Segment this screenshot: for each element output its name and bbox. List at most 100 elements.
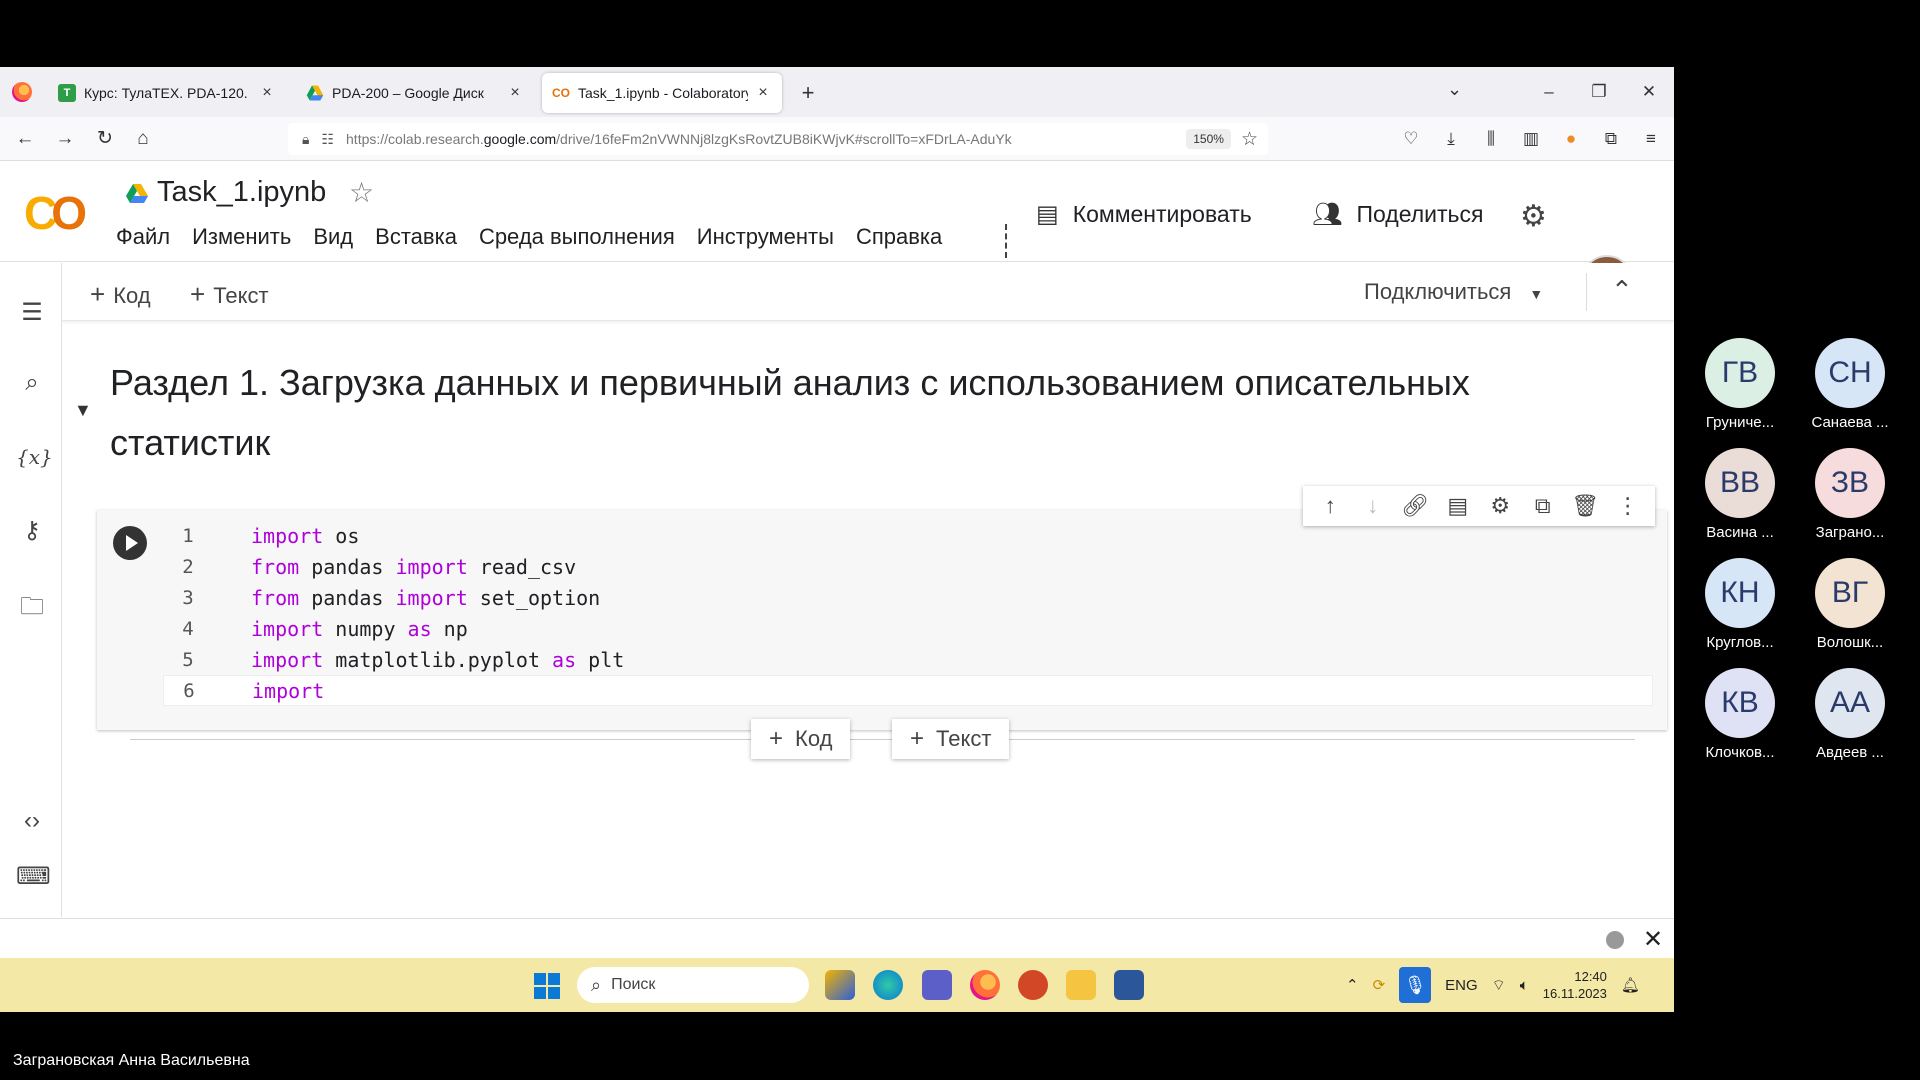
- participant-tile[interactable]: ЗВ Заграно...: [1795, 448, 1905, 541]
- menu-tools[interactable]: Инструменты: [697, 224, 834, 250]
- powerpoint-icon[interactable]: [1018, 970, 1048, 1000]
- variables-icon[interactable]: {x}: [16, 441, 53, 473]
- teams-icon[interactable]: [922, 970, 952, 1000]
- power-automate-icon[interactable]: [825, 970, 855, 1000]
- pocket-icon[interactable]: ♡: [1398, 126, 1424, 152]
- participant-tile[interactable]: СН Санаева ...: [1795, 338, 1905, 431]
- move-down-icon[interactable]: ↓: [1357, 493, 1389, 519]
- tab-course[interactable]: T Курс: ТулаТЕХ. PDA-120. Прогр ×: [48, 73, 286, 113]
- participant-tile[interactable]: КВ Клочков...: [1685, 668, 1795, 761]
- chevron-up-icon[interactable]: ⌃: [1346, 976, 1359, 994]
- run-cell-button[interactable]: [113, 526, 147, 560]
- lock-icon[interactable]: 🔒︎: [302, 131, 309, 148]
- file-explorer-icon[interactable]: [1066, 970, 1096, 1000]
- terminal-icon[interactable]: ⌨: [16, 861, 51, 893]
- participant-tile[interactable]: ВГ Волошк...: [1795, 558, 1905, 651]
- notifications-icon[interactable]: 🔔︎: [1621, 976, 1640, 994]
- taskbar-search[interactable]: ⌕ Поиск: [577, 967, 809, 1003]
- comment-icon[interactable]: ▤: [1442, 493, 1474, 519]
- connect-button[interactable]: Подключиться ▼: [1364, 279, 1543, 305]
- star-icon[interactable]: ☆: [349, 176, 374, 209]
- delete-icon[interactable]: 🗑︎: [1569, 493, 1601, 519]
- add-text-cell-button[interactable]: + Текст: [892, 719, 1010, 759]
- share-button[interactable]: 👥︎ Поделиться: [1312, 200, 1483, 229]
- close-icon[interactable]: ×: [506, 84, 524, 102]
- code-line[interactable]: 6 import: [163, 675, 1653, 706]
- menu-file[interactable]: Файл: [116, 224, 170, 250]
- code-line[interactable]: 2 from pandas import read_csv: [163, 551, 1653, 582]
- participant-tile[interactable]: ВВ Васина ...: [1685, 448, 1795, 541]
- add-code-cell-button[interactable]: + Код: [751, 719, 851, 759]
- code-editor[interactable]: 1 import os 2 from pandas import read_csv 3 f…: [163, 520, 1653, 706]
- cell-settings-icon[interactable]: ⚙: [1484, 493, 1516, 519]
- menu-view[interactable]: Вид: [313, 224, 353, 250]
- link-icon[interactable]: 🔗︎: [1399, 493, 1431, 519]
- sync-icon[interactable]: ⟳: [1373, 976, 1386, 994]
- participant-tile[interactable]: ГВ Груниче...: [1685, 338, 1795, 431]
- minimize-icon[interactable]: –: [1524, 82, 1574, 102]
- tab-colab[interactable]: CO Task_1.ipynb - Colaboratory ×: [542, 73, 782, 113]
- word-icon[interactable]: [1114, 970, 1144, 1000]
- code-snippets-icon[interactable]: ‹›: [16, 805, 48, 837]
- download-icon[interactable]: ⤓: [1438, 126, 1464, 152]
- clock[interactable]: 12:40 16.11.2023: [1543, 968, 1607, 1002]
- volume-icon[interactable]: 🔈︎: [1520, 977, 1529, 994]
- chevron-up-icon[interactable]: ⌃: [1611, 275, 1633, 306]
- menu-icon[interactable]: ≡: [1638, 126, 1664, 152]
- code-line[interactable]: 4 import numpy as np: [163, 613, 1653, 644]
- comment-button[interactable]: ▤ Комментировать: [1036, 200, 1252, 229]
- bookmark-star-icon[interactable]: ☆: [1241, 128, 1258, 151]
- participant-tile[interactable]: КН Круглов...: [1685, 558, 1795, 651]
- status-dot-icon: [1606, 931, 1624, 949]
- key-icon[interactable]: ⚷: [16, 515, 48, 547]
- library-icon[interactable]: ⫼: [1478, 126, 1504, 152]
- code-line[interactable]: 5 import matplotlib.pyplot as plt: [163, 644, 1653, 675]
- search-icon[interactable]: ⌕: [16, 367, 48, 399]
- participant-tile[interactable]: АА Авдеев ...: [1795, 668, 1905, 761]
- windows-start-icon[interactable]: [534, 973, 560, 999]
- address-bar[interactable]: 🔒︎ ☷ https://colab.research.google.com/d…: [288, 123, 1268, 155]
- move-up-icon[interactable]: ↑: [1314, 493, 1346, 519]
- account-icon[interactable]: ●: [1558, 126, 1584, 152]
- mirror-cell-icon[interactable]: ⧉: [1527, 493, 1559, 519]
- settings-gear-icon[interactable]: ⚙: [1520, 199, 1547, 234]
- colab-logo[interactable]: CO: [24, 186, 87, 240]
- tab-title: PDA-200 – Google Диск: [332, 85, 484, 101]
- firefox-taskbar-icon[interactable]: [970, 970, 1000, 1000]
- edge-icon[interactable]: [873, 970, 903, 1000]
- menu-insert[interactable]: Вставка: [375, 224, 457, 250]
- table-of-contents-icon[interactable]: ☰: [16, 297, 48, 329]
- caret-down-icon[interactable]: ▼: [1529, 286, 1543, 302]
- add-code-button[interactable]: + Код: [90, 279, 151, 310]
- menu-runtime[interactable]: Среда выполнения: [479, 224, 675, 250]
- forward-icon[interactable]: →: [52, 126, 78, 152]
- reload-icon[interactable]: ↻: [92, 126, 118, 152]
- close-icon[interactable]: ✕: [1643, 925, 1663, 954]
- language-indicator[interactable]: ENG: [1445, 977, 1478, 994]
- menu-edit[interactable]: Изменить: [192, 224, 291, 250]
- collapse-section-icon[interactable]: ▼: [74, 400, 92, 421]
- more-options-icon[interactable]: ⋮: [1612, 493, 1644, 519]
- menu-help[interactable]: Справка: [856, 224, 942, 250]
- firefox-icon[interactable]: [12, 82, 32, 102]
- zoom-level[interactable]: 150%: [1186, 129, 1231, 149]
- code-line[interactable]: 3 from pandas import set_option: [163, 582, 1653, 613]
- restore-icon[interactable]: ❐: [1574, 82, 1624, 102]
- tab-list-chevron-icon[interactable]: ⌄: [1447, 79, 1462, 100]
- add-text-button[interactable]: + Текст: [190, 279, 269, 310]
- close-window-icon[interactable]: ✕: [1624, 82, 1674, 102]
- wifi-icon[interactable]: ⌔: [1492, 976, 1506, 995]
- home-icon[interactable]: ⌂: [130, 126, 156, 152]
- back-icon[interactable]: ←: [12, 126, 38, 152]
- microphone-icon[interactable]: 🎙︎: [1399, 967, 1432, 1003]
- notebook-title[interactable]: Task_1.ipynb: [157, 176, 326, 209]
- new-tab-icon[interactable]: +: [796, 80, 820, 106]
- close-icon[interactable]: ×: [258, 84, 276, 102]
- folder-icon[interactable]: 🗀: [16, 591, 48, 623]
- permissions-icon[interactable]: ☷: [321, 131, 334, 148]
- tab-google-drive[interactable]: PDA-200 – Google Диск ×: [296, 73, 534, 113]
- extensions-icon[interactable]: ⧉: [1598, 126, 1624, 152]
- code-cell[interactable]: 1 import os 2 from pandas import read_csv 3 f…: [97, 510, 1667, 730]
- sidebar-icon[interactable]: ▥: [1518, 126, 1544, 152]
- close-icon[interactable]: ×: [754, 84, 772, 102]
